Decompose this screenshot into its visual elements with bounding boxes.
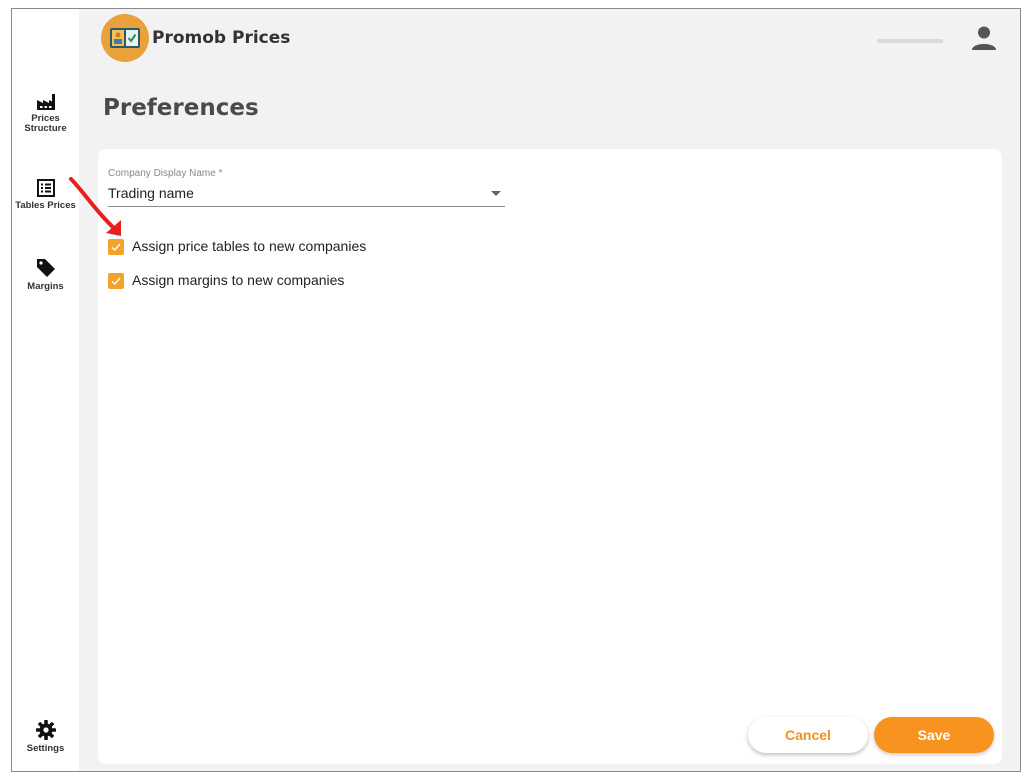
assign-price-tables-checkbox[interactable] bbox=[108, 239, 124, 255]
sidebar-item-label: Settings bbox=[26, 743, 65, 754]
save-button[interactable]: Save bbox=[874, 717, 994, 753]
preferences-card: Company Display Name * Trading name Assi… bbox=[98, 149, 1002, 764]
sidebar: Prices Structure Tables Prices Margins S… bbox=[12, 9, 79, 771]
select-value: Trading name bbox=[108, 185, 194, 201]
price-board-icon bbox=[110, 28, 140, 48]
cancel-button[interactable]: Cancel bbox=[748, 717, 868, 753]
app-window: Prices Structure Tables Prices Margins S… bbox=[11, 8, 1021, 772]
company-display-name-select[interactable]: Trading name bbox=[108, 183, 505, 207]
check-icon bbox=[111, 243, 121, 251]
sidebar-item-label: Margins bbox=[27, 281, 64, 292]
sidebar-item-prices-structure[interactable]: Prices Structure bbox=[12, 91, 79, 134]
app-title: Promob Prices bbox=[152, 28, 291, 48]
sidebar-item-settings[interactable]: Settings bbox=[12, 719, 79, 754]
tag-icon bbox=[36, 259, 55, 277]
sidebar-item-tables-prices[interactable]: Tables Prices bbox=[12, 178, 79, 211]
list-icon bbox=[36, 179, 55, 197]
account-icon[interactable] bbox=[971, 25, 997, 51]
sidebar-item-label: Tables Prices bbox=[15, 200, 76, 211]
sidebar-item-margins[interactable]: Margins bbox=[12, 257, 79, 292]
factory-icon bbox=[36, 94, 55, 110]
check-icon bbox=[111, 277, 121, 285]
assign-margins-checkbox[interactable] bbox=[108, 273, 124, 289]
chevron-down-icon bbox=[491, 191, 501, 196]
company-display-name-label: Company Display Name * bbox=[108, 168, 223, 179]
app-logo bbox=[101, 14, 149, 62]
sidebar-item-label: Prices Structure bbox=[24, 113, 67, 134]
page-title: Preferences bbox=[103, 95, 259, 121]
top-header: Promob Prices bbox=[79, 9, 1020, 70]
user-name bbox=[877, 39, 943, 43]
assign-price-tables-label: Assign price tables to new companies bbox=[132, 238, 367, 254]
gear-icon bbox=[35, 720, 56, 740]
assign-margins-label: Assign margins to new companies bbox=[132, 272, 345, 288]
